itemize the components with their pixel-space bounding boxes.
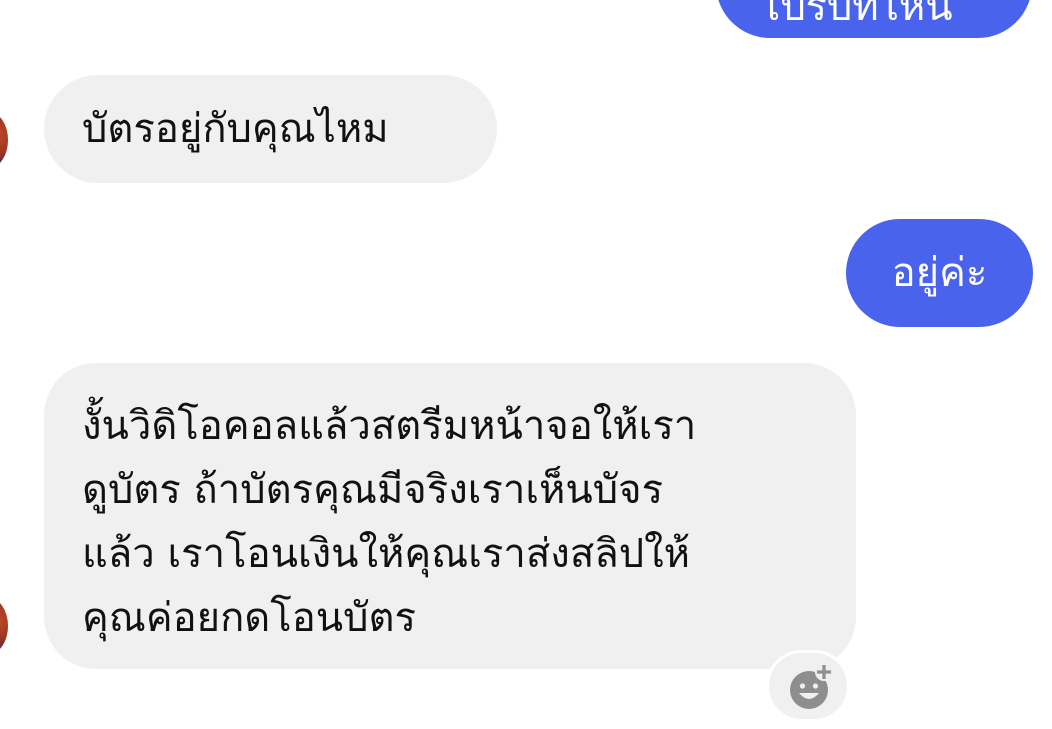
- message-text-line: แล้ว เราโอนเงินให้คุณเราส่งสลิปให้: [82, 531, 691, 577]
- message-text-line: คุณค่อยกดโอนบัตร: [82, 595, 416, 641]
- add-reaction-icon: [790, 663, 833, 709]
- message-text: บัตรอยู่กับคุณไหม: [82, 106, 389, 152]
- incoming-message-bubble[interactable]: งั้นวิดิโอคอลแล้วสตรีมหน้าจอให้เรา ดูบัต…: [44, 363, 856, 669]
- message-text: ไปรับที่ไหน: [760, 0, 953, 30]
- message-text-line: ดูบัตร ถ้าบัตรคุณมีจริงเราเห็นบัจร: [82, 467, 664, 513]
- outgoing-message-bubble[interactable]: ไปรับที่ไหน: [716, 0, 1032, 38]
- add-reaction-button[interactable]: [766, 650, 850, 722]
- message-text: อยู่ค่ะ: [891, 250, 988, 296]
- message-text-line: งั้นวิดิโอคอลแล้วสตรีมหน้าจอให้เรา: [82, 403, 697, 449]
- outgoing-message-bubble[interactable]: อยู่ค่ะ: [846, 219, 1033, 327]
- contact-avatar[interactable]: [0, 112, 8, 168]
- incoming-message-bubble[interactable]: บัตรอยู่กับคุณไหม: [44, 75, 497, 183]
- contact-avatar[interactable]: [0, 598, 8, 654]
